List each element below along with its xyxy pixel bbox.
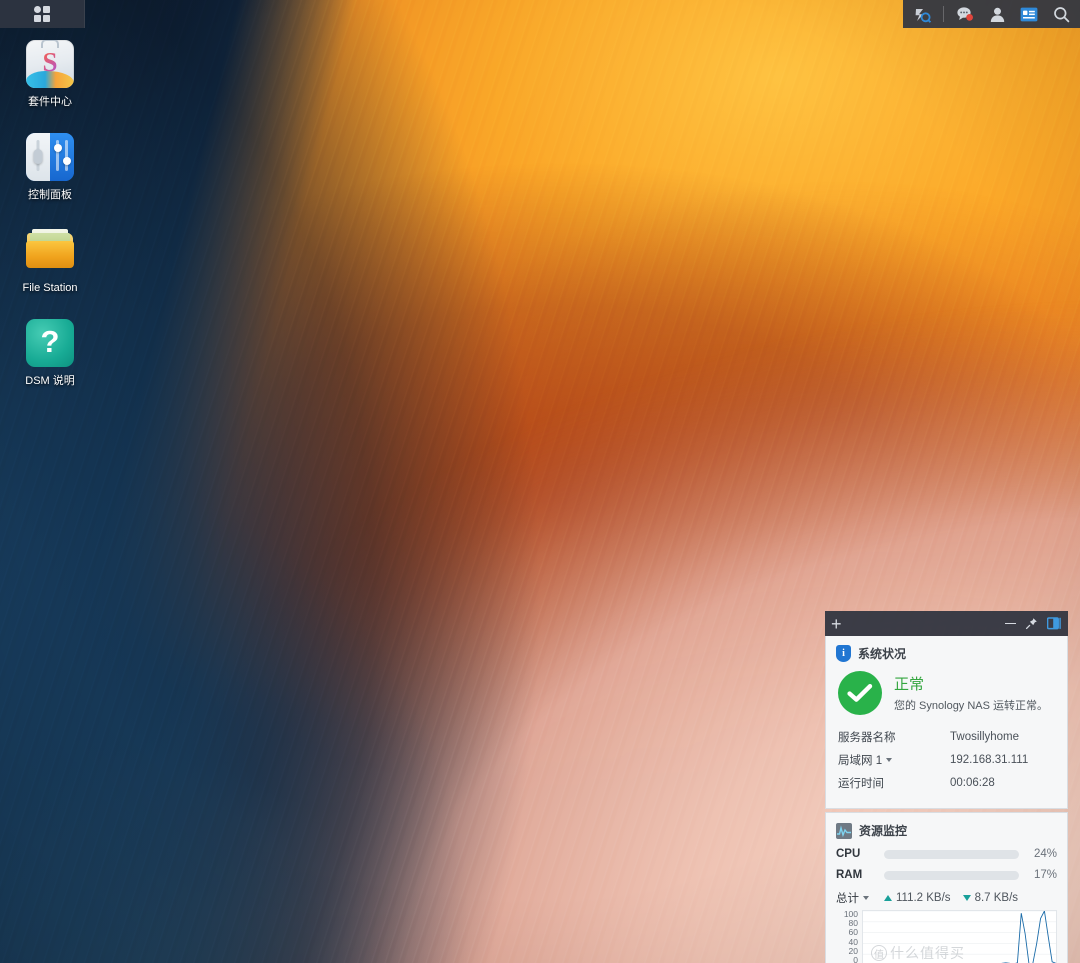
ram-progress-track (884, 870, 1019, 880)
minimize-widget-button[interactable] (1005, 622, 1016, 625)
cpu-usage-row: CPU 24% (836, 848, 1057, 860)
system-health-widget: i 系统状况 正常 您的 Synology NAS 运转正常。 服务器名称 Tw… (825, 636, 1068, 809)
desktop-icon-label: 控制面板 (28, 189, 72, 201)
widget-panel-header: + (825, 611, 1068, 636)
info-row-lan[interactable]: 局域网 1 192.168.31.111 (838, 752, 1057, 768)
network-row: 总计 111.2 KB/s 8.7 KB/s (836, 890, 1057, 906)
taskbar-tray (903, 0, 1080, 28)
upload-value: 111.2 KB/s (896, 892, 951, 904)
download-value: 8.7 KB/s (974, 892, 1019, 904)
info-value: 192.168.31.111 (950, 754, 1029, 766)
user-account-icon[interactable] (982, 0, 1012, 28)
resource-monitor-icon (836, 822, 852, 839)
cpu-label: CPU (836, 848, 861, 860)
status-description: 您的 Synology NAS 运转正常。 (894, 700, 1049, 712)
info-key-label: 局域网 1 (838, 755, 883, 767)
package-center-icon: S (26, 40, 74, 88)
status-text-block: 正常 您的 Synology NAS 运转正常。 (894, 673, 1048, 713)
upload-stat: 111.2 KB/s (884, 892, 951, 904)
system-status-row: 正常 您的 Synology NAS 运转正常。 (838, 671, 1057, 715)
resource-monitor-title: 资源监控 (859, 824, 908, 838)
upload-arrow-icon (884, 895, 892, 901)
desktop-icon-list: S 套件中心 控制面板 File Station ? DSM 说明 (0, 40, 100, 412)
ram-value: 17% (1033, 869, 1057, 881)
desktop-icon-dsm-help[interactable]: ? DSM 说明 (0, 319, 100, 388)
info-row-server-name: 服务器名称 Twosillyhome (838, 729, 1057, 745)
network-label[interactable]: 总计 (836, 890, 884, 906)
desktop-icon-label: 套件中心 (28, 96, 72, 108)
search-icon[interactable] (1046, 0, 1076, 28)
tray-divider (943, 6, 944, 22)
desktop-icon-file-station[interactable]: File Station (0, 226, 100, 295)
notifications-icon[interactable] (950, 0, 980, 28)
chart-line-series (863, 911, 1056, 963)
ds-finder-search-icon[interactable] (907, 0, 937, 28)
resource-monitor-widget: 资源监控 CPU 24% RAM 17% 总计 111.2 KB/s 8.7 K… (825, 812, 1068, 963)
desktop-icon-label: File Station (22, 282, 78, 294)
pin-widget-button[interactable] (1025, 617, 1038, 630)
info-key: 服务器名称 (838, 732, 896, 744)
widgets-icon[interactable] (1014, 0, 1044, 28)
info-key-lan[interactable]: 局域网 1 (838, 752, 950, 768)
system-health-title: 系统状况 (858, 647, 907, 661)
grid-icon (34, 6, 50, 22)
main-menu-button[interactable] (0, 0, 85, 28)
chevron-down-icon[interactable] (886, 758, 893, 762)
desktop-icon-control-panel[interactable]: 控制面板 (0, 133, 100, 202)
dock-widget-button[interactable] (1047, 617, 1061, 630)
status-headline: 正常 (894, 676, 925, 693)
chart-y-axis: 100 80 60 40 20 0 (843, 909, 858, 963)
info-value: Twosillyhome (950, 731, 1020, 743)
widget-panel: + i 系统状况 正常 您的 Synology NAS 运转正常。 服务器名称 … (825, 611, 1068, 963)
download-stat: 8.7 KB/s (962, 892, 1019, 904)
network-label-text: 总计 (836, 893, 859, 905)
chevron-down-icon[interactable] (863, 896, 869, 900)
info-key: 运行时间 (838, 778, 884, 790)
ram-usage-row: RAM 17% (836, 869, 1057, 881)
resource-monitor-title-row: 资源监控 (836, 822, 1057, 839)
cpu-value: 24% (1033, 848, 1057, 860)
chart-plot-area: 值 什么值得买 (862, 910, 1057, 963)
desktop: S 套件中心 控制面板 File Station ? DSM 说明 + i 系统… (0, 0, 1080, 963)
network-chart: 100 80 60 40 20 0 值 什么值得买 (836, 909, 1057, 963)
status-ok-icon (838, 671, 882, 715)
add-widget-button[interactable]: + (831, 615, 842, 633)
file-station-icon (26, 226, 74, 274)
info-row-uptime: 运行时间 00:06:28 (838, 775, 1057, 791)
info-value: 00:06:28 (950, 777, 995, 789)
desktop-icon-label: DSM 说明 (25, 375, 75, 387)
control-panel-icon (26, 133, 74, 181)
system-health-title-row: i 系统状况 (836, 645, 1057, 662)
cpu-progress-track (884, 849, 1019, 859)
desktop-icon-package-center[interactable]: S 套件中心 (0, 40, 100, 109)
dsm-help-icon: ? (26, 319, 74, 367)
ram-label: RAM (836, 869, 863, 881)
download-arrow-icon (962, 895, 971, 901)
info-shield-icon: i (836, 645, 851, 662)
